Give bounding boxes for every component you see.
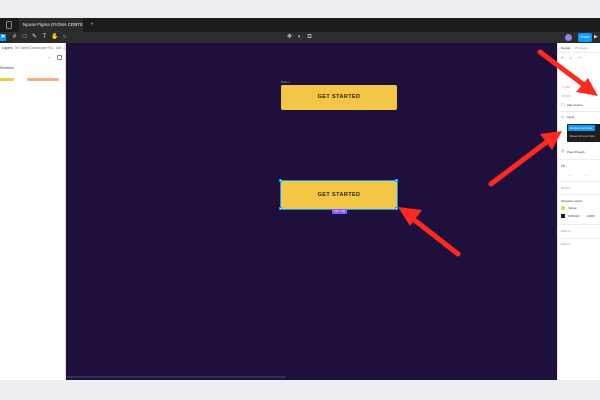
close-tab-icon[interactable]: ×: [72, 18, 80, 32]
resize-handle-bl[interactable]: [279, 207, 282, 210]
export-section-title: Export: [561, 242, 570, 246]
share-button[interactable]: Share: [578, 33, 592, 42]
present-icon[interactable]: ▶: [594, 34, 598, 41]
align-left-icon[interactable]: ⊢: [561, 56, 565, 60]
x-field[interactable]: X 215: [562, 85, 570, 89]
align-right-icon[interactable]: ⊣: [577, 56, 581, 60]
horizontal-scrollbar[interactable]: [66, 376, 286, 378]
move-tool-icon[interactable]: ➤: [0, 34, 6, 41]
screen-frame: Npose Figma (FIGMA CENTER) × + ➤ # □ ✎ T…: [0, 0, 600, 400]
clip-checkbox-icon[interactable]: ☐: [561, 103, 565, 107]
tab-design[interactable]: Design: [561, 46, 570, 50]
hand-tool-icon[interactable]: ✋: [51, 34, 58, 41]
shape-tool-icon[interactable]: □: [21, 34, 28, 41]
divider: [558, 181, 600, 182]
effects-section-title: Effects: [561, 229, 571, 233]
tab-layers[interactable]: Layers: [2, 46, 13, 50]
color-2-hex[interactable]: 1D1D1D: [568, 214, 580, 218]
tab-page[interactable]: Tél Tablet Dashboard Fa... (de...): [14, 46, 65, 50]
design-canvas[interactable]: Button GET STARTED GET STARTED 116 × 28: [66, 43, 557, 380]
color-2-opacity[interactable]: 100%: [587, 214, 595, 218]
layer-section-title: Layer: [567, 115, 575, 119]
divider: [558, 52, 600, 53]
align-center-icon[interactable]: ⊥: [569, 56, 573, 60]
size-badge: 116 × 28: [332, 209, 347, 214]
tab-prototype[interactable]: Prototype: [575, 46, 588, 50]
app-title-bar: Npose Figma (FIGMA CENTER) × +: [0, 18, 600, 32]
resize-handle-tr[interactable]: [395, 179, 398, 182]
get-started-button-top[interactable]: GET STARTED: [281, 85, 397, 110]
stroke-section-title: Stroke: [561, 186, 570, 190]
layer-thumb-button-yellow[interactable]: [0, 78, 14, 81]
get-started-button-selected[interactable]: GET STARTED: [280, 180, 398, 210]
frame-label: Button: [281, 80, 290, 84]
pass-through-select[interactable]: Pass through: [567, 150, 585, 154]
dropdown-option-reset[interactable]: Reset all overrides: [568, 134, 595, 138]
divider: [558, 194, 600, 195]
fill-field-2[interactable]: —: [585, 173, 588, 177]
mask-icon[interactable]: ◐: [296, 34, 303, 41]
clip-content-label: Clip content: [567, 103, 583, 107]
text-tool-icon[interactable]: T: [41, 34, 48, 41]
frame-tool-icon[interactable]: #: [11, 34, 18, 41]
blend-icon: ◎: [561, 148, 565, 153]
divider: [558, 238, 600, 239]
dropdown-option-selected[interactable]: Default Hebrews: [568, 125, 595, 131]
divider: [558, 159, 600, 160]
boolean-icon[interactable]: ⧉: [306, 34, 313, 41]
user-avatar[interactable]: [565, 34, 572, 41]
left-panel-tabs: Layers Tél Tablet Dashboard Fa... (de...…: [0, 45, 66, 51]
component-icon[interactable]: ✥: [286, 34, 293, 41]
main-toolbar: ➤ # □ ✎ T ✋ ○ ✥ ◐ ⧉ Share ▶: [0, 32, 600, 43]
new-tab-icon[interactable]: +: [88, 18, 96, 32]
divider: [558, 111, 600, 112]
variant-dropdown[interactable]: Default Hebrews Reset all overrides: [567, 124, 600, 142]
figma-menu-icon[interactable]: [6, 21, 12, 29]
fill-section-title: Fill: [561, 164, 565, 168]
divider: [558, 224, 600, 225]
layer-thumb-button-peach[interactable]: [27, 78, 59, 81]
color-1-name: Yellow: [568, 206, 577, 210]
pen-tool-icon[interactable]: ✎: [31, 34, 38, 41]
layers-panel: Layers Tél Tablet Dashboard Fa... (de...…: [0, 43, 66, 380]
w-field[interactable]: W 116: [562, 94, 570, 98]
resize-handle-br[interactable]: [395, 207, 398, 210]
selection-colors-title: Selection colors: [561, 199, 583, 203]
color-swatch-dark[interactable]: [561, 214, 565, 218]
component-instance-icon: ◇: [561, 114, 565, 119]
fill-field-1[interactable]: —: [568, 173, 571, 177]
add-page-icon[interactable]: +: [48, 55, 53, 60]
resize-handle-tl[interactable]: [279, 179, 282, 182]
page-icon[interactable]: [57, 55, 62, 60]
elements-section[interactable]: Elements: [0, 66, 14, 70]
design-panel: Design Prototype ⊢ ⊥ ⊣ X 215 W 116 ☐ Cli…: [557, 43, 600, 380]
comment-tool-icon[interactable]: ○: [61, 34, 68, 41]
color-swatch-yellow[interactable]: [561, 206, 565, 210]
